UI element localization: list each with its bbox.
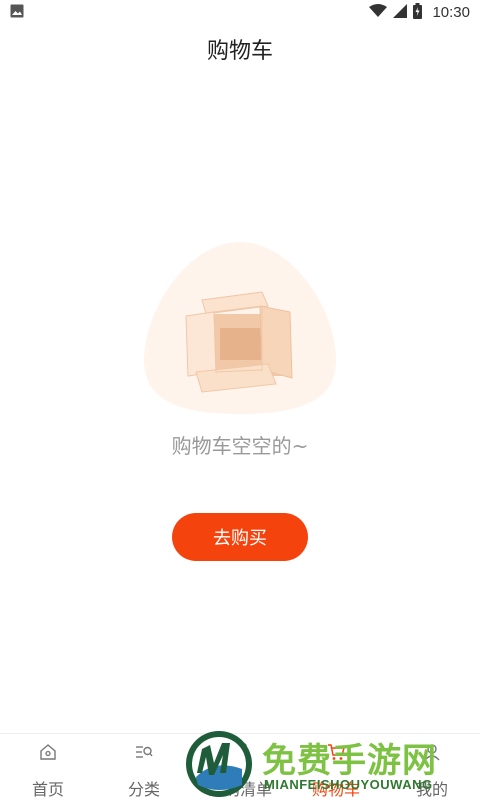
page-title: 购物车: [206, 39, 273, 64]
nav-item-mine[interactable]: 我的: [384, 734, 480, 800]
nav-label-home: 首页: [31, 780, 64, 799]
empty-message: 购物车空空的~: [171, 434, 309, 458]
wifi-icon: [369, 4, 388, 21]
battery-charging-icon: [413, 3, 423, 22]
cart-screen: 10:30 购物车 购物车空空的~ 去购买 首页 分类 采购清单 购物车 我的 …: [0, 0, 480, 800]
home-icon: [37, 742, 59, 762]
category-search-icon: [133, 742, 155, 762]
user-icon: [421, 742, 443, 762]
signal-icon: [393, 4, 408, 21]
bottom-nav: 首页 分类 采购清单 购物车 我的: [0, 733, 480, 800]
nav-label-cart: 购物车: [311, 780, 360, 799]
nav-item-home[interactable]: 首页: [0, 734, 96, 800]
status-time: 10:30: [432, 4, 470, 21]
list-icon: [229, 742, 251, 762]
status-left: [10, 4, 24, 21]
nav-label-purchase-list: 采购清单: [207, 780, 272, 799]
nav-item-purchase-list[interactable]: 采购清单: [192, 734, 288, 800]
status-right: 10:30: [369, 3, 470, 22]
empty-illustration: [142, 240, 338, 416]
cart-icon: [325, 742, 347, 762]
nav-label-mine: 我的: [415, 780, 448, 799]
page-header: 购物车: [0, 25, 480, 73]
nav-item-cart[interactable]: 购物车: [288, 734, 384, 800]
go-buy-button[interactable]: 去购买: [172, 513, 308, 561]
image-icon: [10, 4, 24, 21]
nav-label-category: 分类: [127, 780, 160, 799]
nav-item-category[interactable]: 分类: [96, 734, 192, 800]
status-bar: 10:30: [0, 0, 480, 25]
empty-box-icon: [144, 242, 336, 414]
